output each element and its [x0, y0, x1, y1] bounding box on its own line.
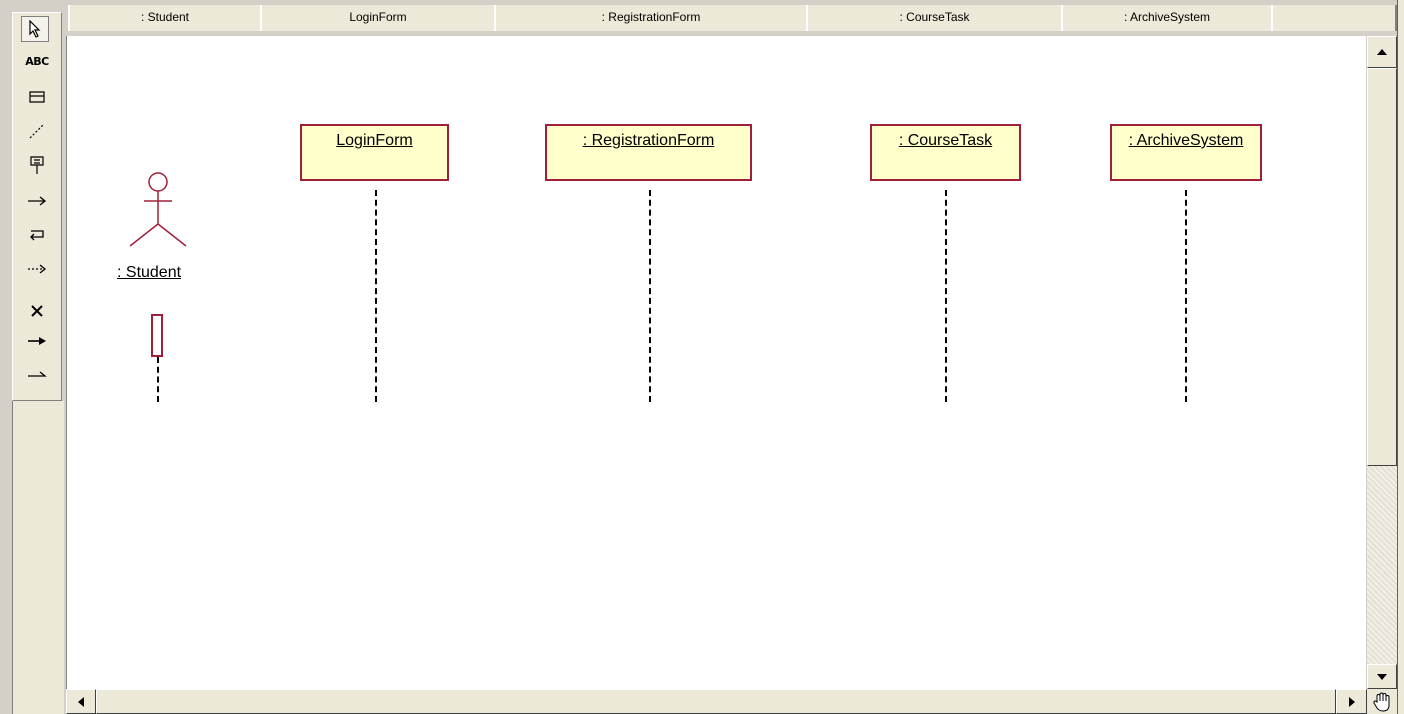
anchor-tool-button[interactable]	[20, 116, 54, 146]
scroll-left-button[interactable]	[66, 689, 96, 714]
object-label: : CourseTask	[898, 132, 993, 149]
object-tool-button[interactable]	[20, 150, 54, 180]
tool-palette: ABC	[0, 0, 64, 714]
header-column-registrationform[interactable]: : RegistrationForm	[494, 5, 808, 31]
lifeline-loginform	[375, 190, 377, 402]
arrow-down-icon	[1377, 673, 1387, 680]
text-tool-button[interactable]: ABC	[20, 46, 54, 76]
return-message-tool-button[interactable]	[20, 220, 54, 250]
message-tool-button[interactable]	[20, 186, 54, 216]
object-icon	[30, 156, 44, 174]
pointer-tool-button[interactable]	[21, 16, 49, 42]
dashed-message-icon	[28, 264, 47, 274]
object-loginform[interactable]: LoginForm	[300, 124, 449, 181]
hand-icon	[1373, 691, 1390, 712]
horizontal-scroll-thumb[interactable]	[96, 689, 1336, 714]
scroll-right-button[interactable]	[1336, 689, 1367, 714]
note-tool-button[interactable]	[20, 82, 54, 112]
destruction-x-icon	[31, 305, 43, 317]
activation-bar[interactable]	[151, 314, 163, 357]
window-right-edge	[1397, 0, 1404, 714]
dashed-message-tool-button[interactable]	[20, 254, 54, 284]
pan-corner-button[interactable]	[1367, 689, 1397, 714]
lifeline-registrationform	[649, 190, 651, 402]
async-message-tool-button[interactable]	[20, 358, 54, 388]
pointer-icon	[29, 20, 41, 38]
lifeline-coursetask	[945, 190, 947, 402]
arrow-right-icon	[1348, 696, 1355, 707]
header-column-student[interactable]: : Student	[68, 5, 262, 31]
message-arrow-icon	[28, 196, 47, 206]
object-registrationform[interactable]: : RegistrationForm	[545, 124, 752, 181]
header-column-empty	[1271, 5, 1397, 31]
object-archivesystem[interactable]: : ArchiveSystem	[1110, 124, 1262, 181]
object-label: LoginForm	[336, 132, 413, 149]
header-column-coursetask[interactable]: : CourseTask	[806, 5, 1063, 31]
vertical-scrollbar[interactable]	[1367, 36, 1397, 689]
return-message-icon	[30, 230, 44, 241]
object-coursetask[interactable]: : CourseTask	[870, 124, 1021, 181]
note-icon	[29, 91, 45, 103]
half-arrow-icon	[28, 371, 47, 377]
arrow-left-icon	[78, 696, 84, 707]
object-label: : RegistrationForm	[582, 132, 715, 149]
destruction-tool-button[interactable]	[20, 296, 54, 326]
actor-label: : Student	[117, 264, 182, 281]
lifeline-student	[157, 357, 159, 402]
scroll-up-button[interactable]	[1367, 36, 1397, 68]
text-tool-icon: ABC	[25, 54, 49, 68]
vertical-scroll-thumb[interactable]	[1367, 68, 1397, 466]
header-column-loginform[interactable]: LoginForm	[260, 5, 496, 31]
arrow-up-icon	[1377, 49, 1387, 55]
lifeline-archivesystem	[1185, 190, 1187, 402]
horizontal-scrollbar[interactable]	[66, 689, 1367, 714]
header-column-archivesystem[interactable]: : ArchiveSystem	[1061, 5, 1273, 31]
scroll-down-button[interactable]	[1367, 664, 1397, 689]
object-label: : ArchiveSystem	[1128, 132, 1244, 149]
solid-arrow-icon	[28, 337, 46, 345]
anchor-line-icon	[29, 123, 45, 139]
actor-figure[interactable]	[127, 170, 189, 250]
lifeline-header-row: : Student LoginForm : RegistrationForm :…	[68, 5, 1397, 31]
sync-message-tool-button[interactable]	[20, 326, 54, 356]
palette-empty-area	[12, 401, 64, 714]
diagram-canvas[interactable]: : Student LoginForm : RegistrationForm :…	[66, 36, 1366, 689]
